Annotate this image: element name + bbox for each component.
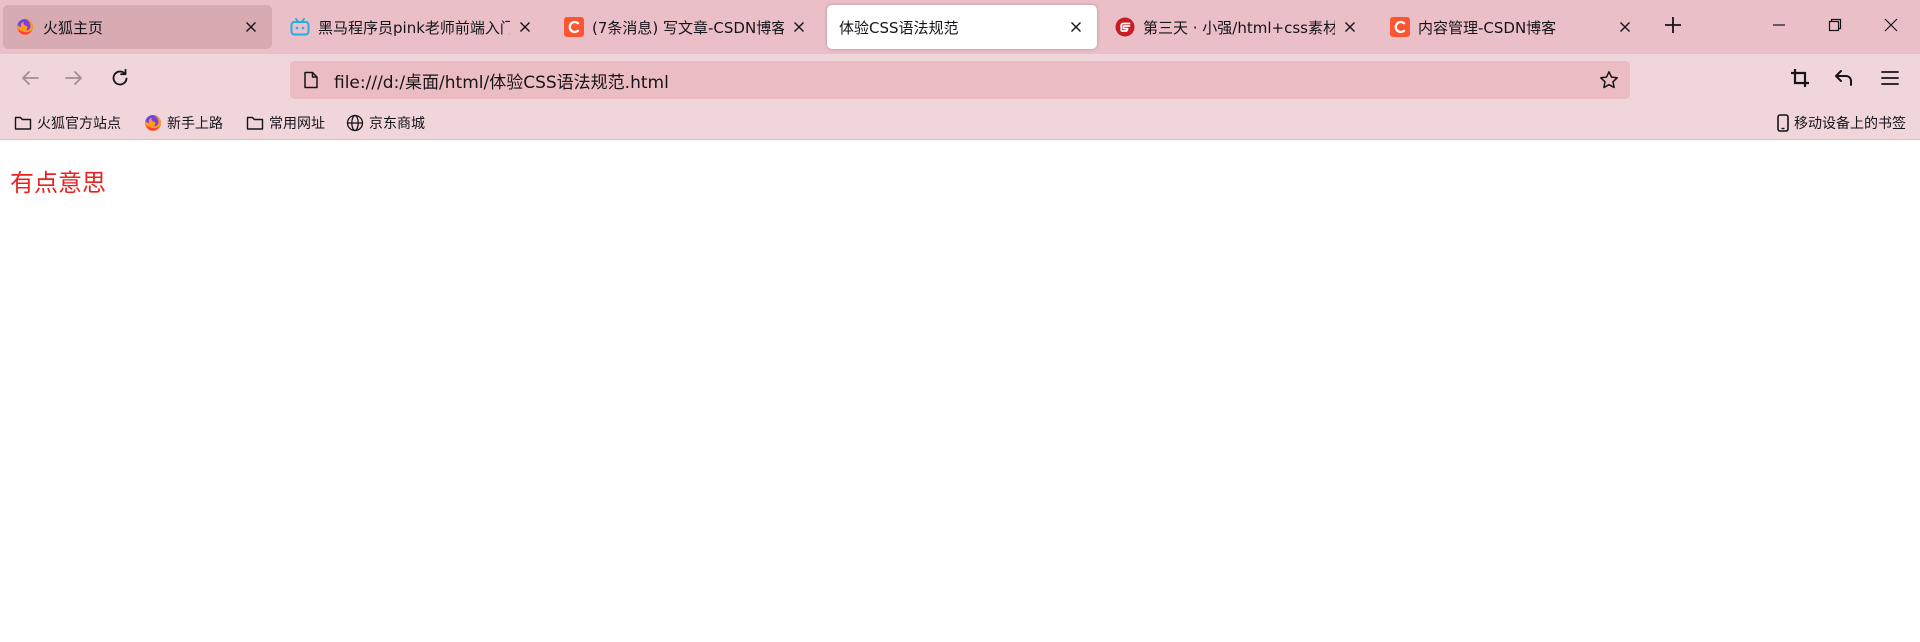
csdn-icon bbox=[1390, 17, 1410, 37]
bookmark-label: 京东商城 bbox=[369, 116, 425, 132]
forward-button[interactable] bbox=[58, 64, 90, 96]
page-icon bbox=[300, 69, 322, 91]
crop-icon bbox=[1790, 68, 1810, 92]
tab-title: 火狐主页 bbox=[43, 18, 104, 37]
star-icon[interactable] bbox=[1598, 69, 1620, 91]
page-text: 有点意思 bbox=[10, 169, 106, 197]
bookmark-label: 常用网址 bbox=[269, 116, 325, 132]
phone-icon bbox=[1774, 114, 1792, 132]
close-icon[interactable] bbox=[240, 16, 262, 38]
close-icon bbox=[1884, 18, 1898, 36]
folder-icon bbox=[246, 114, 264, 132]
close-icon[interactable] bbox=[1339, 16, 1361, 38]
minimize-button[interactable] bbox=[1756, 8, 1802, 46]
mobile-bookmarks[interactable]: 移动设备上的书签 bbox=[1774, 112, 1906, 134]
bookmark-common-sites[interactable]: 常用网址 bbox=[246, 112, 325, 134]
url-text[interactable]: file:///d:/桌面/html/体验CSS语法规范.html bbox=[334, 68, 669, 93]
bookmark-jd-mall[interactable]: 京东商城 bbox=[346, 112, 425, 134]
bookmark-label: 新手上路 bbox=[167, 116, 223, 132]
tab-csdn-write-article[interactable]: (7条消息) 写文章-CSDN博客 bbox=[552, 5, 820, 49]
tab-firefox-home[interactable]: 火狐主页 bbox=[3, 5, 272, 49]
bookmark-firefox-official[interactable]: 火狐官方站点 bbox=[14, 112, 121, 134]
reload-button[interactable] bbox=[104, 64, 136, 96]
tab-pink-frontend-course[interactable]: 黑马程序员pink老师前端入门教 bbox=[278, 5, 546, 49]
globe-icon bbox=[346, 114, 364, 132]
restore-icon bbox=[1828, 18, 1842, 36]
bookmarks-bar: 火狐官方站点 新手上路 常用网址 京东商城 移动设备上的书签 bbox=[0, 106, 1920, 140]
bookmark-label: 移动设备上的书签 bbox=[1794, 116, 1906, 132]
firefox-icon bbox=[15, 17, 35, 37]
plus-icon bbox=[1664, 16, 1682, 38]
bookmark-label: 火狐官方站点 bbox=[37, 116, 121, 132]
undo-icon bbox=[1834, 68, 1854, 92]
tab-title: (7条消息) 写文章-CSDN博客 bbox=[592, 18, 784, 37]
address-bar[interactable]: file:///d:/桌面/html/体验CSS语法规范.html bbox=[290, 61, 1630, 99]
firefox-icon bbox=[144, 114, 162, 132]
restore-button[interactable] bbox=[1812, 8, 1858, 46]
tab-csdn-content-management[interactable]: 内容管理-CSDN博客 bbox=[1378, 5, 1646, 49]
menu-button[interactable] bbox=[1874, 64, 1906, 96]
close-icon[interactable] bbox=[1065, 16, 1087, 38]
page-content: 有点意思 bbox=[0, 141, 1920, 642]
close-icon[interactable] bbox=[514, 16, 536, 38]
csdn-icon bbox=[564, 17, 584, 37]
bilibili-icon bbox=[290, 17, 310, 37]
tab-title: 黑马程序员pink老师前端入门教 bbox=[318, 18, 510, 37]
new-tab-button[interactable] bbox=[1658, 12, 1688, 42]
close-icon[interactable] bbox=[1614, 16, 1636, 38]
hamburger-icon bbox=[1881, 70, 1899, 90]
tab-title: 体验CSS语法规范 bbox=[839, 18, 959, 37]
back-button[interactable] bbox=[14, 64, 46, 96]
gitee-icon bbox=[1115, 17, 1135, 37]
minimize-icon bbox=[1772, 18, 1786, 36]
screenshot-button[interactable] bbox=[1784, 64, 1816, 96]
navigation-toolbar: file:///d:/桌面/html/体验CSS语法规范.html bbox=[0, 54, 1920, 106]
tab-strip: 火狐主页 黑马程序员pink老师前端入门教 (7条消息) 写文章-CSDN博客 bbox=[0, 0, 1920, 54]
close-icon[interactable] bbox=[788, 16, 810, 38]
arrow-left-icon bbox=[20, 68, 40, 92]
tab-css-syntax-active[interactable]: 体验CSS语法规范 bbox=[827, 5, 1097, 49]
undo-button[interactable] bbox=[1828, 64, 1860, 96]
arrow-right-icon bbox=[64, 68, 84, 92]
reload-icon bbox=[110, 68, 130, 92]
tab-gitee-materials[interactable]: 第三天 · 小强/html+css素材 · bbox=[1103, 5, 1371, 49]
folder-icon bbox=[14, 114, 32, 132]
tab-title: 内容管理-CSDN博客 bbox=[1418, 18, 1557, 37]
bookmark-getting-started[interactable]: 新手上路 bbox=[144, 112, 223, 134]
window-close-button[interactable] bbox=[1868, 8, 1914, 46]
tab-title: 第三天 · 小强/html+css素材 · bbox=[1143, 18, 1335, 37]
